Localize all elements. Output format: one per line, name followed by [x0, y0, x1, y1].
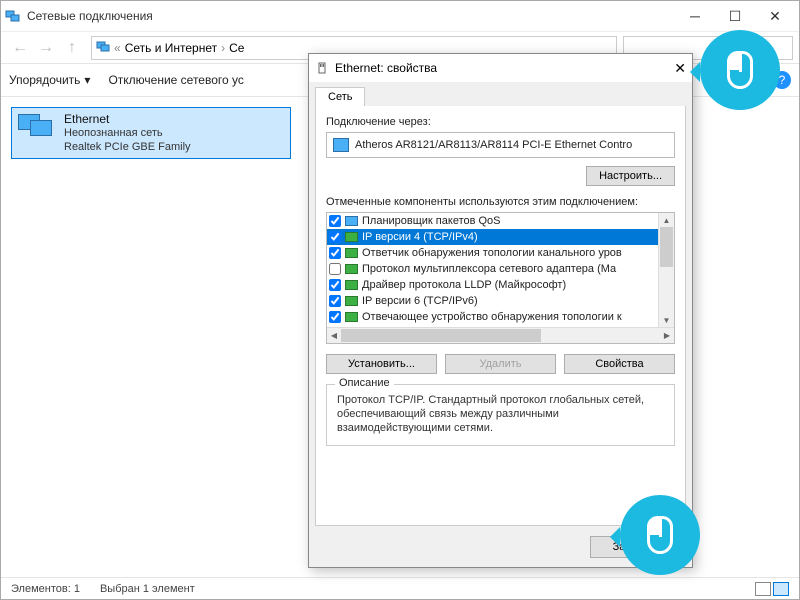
close-button[interactable]: ✕: [755, 1, 795, 31]
scroll-down-icon[interactable]: ▼: [659, 313, 674, 327]
component-checkbox[interactable]: [329, 279, 341, 291]
uninstall-button: Удалить: [445, 354, 556, 374]
forward-button[interactable]: →: [33, 35, 59, 61]
protocol-icon: [345, 296, 358, 306]
item-count: Элементов: 1: [11, 583, 80, 595]
component-checkbox[interactable]: [329, 295, 341, 307]
properties-button[interactable]: Свойства: [564, 354, 675, 374]
ethernet-icon: [16, 112, 56, 148]
network-connections-icon: [5, 8, 21, 24]
component-checkbox[interactable]: [329, 231, 341, 243]
component-checkbox[interactable]: [329, 263, 341, 275]
folder-icon: [96, 39, 110, 56]
dialog-body: Подключение через: Atheros AR8121/AR8113…: [315, 106, 686, 526]
protocol-icon: [345, 216, 358, 226]
connection-status: Неопознанная сеть: [64, 126, 191, 140]
protocol-icon: [345, 232, 358, 242]
description-text: Протокол TCP/IP. Стандартный протокол гл…: [337, 393, 664, 435]
network-adapter-icon: [333, 138, 349, 152]
protocol-icon: [345, 312, 358, 322]
ethernet-icon: [315, 61, 329, 75]
component-row[interactable]: Ответчик обнаружения топологии канальног…: [327, 245, 658, 261]
tiles-view-button[interactable]: [773, 582, 789, 596]
component-label: IP версии 6 (TCP/IPv6): [362, 295, 478, 307]
breadcrumb-sep: «: [114, 41, 121, 55]
configure-button[interactable]: Настроить...: [586, 166, 675, 186]
connection-item-ethernet[interactable]: Ethernet Неопознанная сеть Realtek PCIe …: [11, 107, 291, 159]
dialog-tabs: Сеть: [309, 82, 692, 106]
selected-count: Выбран 1 элемент: [100, 583, 195, 595]
component-row[interactable]: IP версии 6 (TCP/IPv6): [327, 293, 658, 309]
adapter-field: Atheros AR8121/AR8113/AR8114 PCI-E Ether…: [326, 132, 675, 158]
dialog-title: Ethernet: свойства: [335, 61, 656, 75]
protocol-icon: [345, 264, 358, 274]
mouse-callout-icon: [700, 30, 780, 110]
components-list[interactable]: Планировщик пакетов QoS IP версии 4 (TCP/…: [326, 212, 675, 344]
statusbar: Элементов: 1 Выбран 1 элемент: [1, 577, 799, 599]
component-checkbox[interactable]: [329, 311, 341, 323]
up-button[interactable]: ↑: [59, 35, 85, 61]
scrollbar-thumb[interactable]: [341, 329, 541, 342]
window-title: Сетевые подключения: [27, 9, 675, 23]
dialog-titlebar: Ethernet: свойства ✕: [309, 54, 692, 82]
back-button[interactable]: ←: [7, 35, 33, 61]
disable-device-button[interactable]: Отключение сетевого ус: [108, 73, 243, 87]
install-button[interactable]: Установить...: [326, 354, 437, 374]
connection-adapter: Realtek PCIe GBE Family: [64, 140, 191, 154]
component-checkbox[interactable]: [329, 247, 341, 259]
scroll-up-icon[interactable]: ▲: [659, 213, 674, 227]
component-row[interactable]: IP версии 4 (TCP/IPv4): [327, 229, 658, 245]
scrollbar-thumb[interactable]: [660, 227, 673, 267]
scroll-left-icon[interactable]: ◀: [327, 328, 341, 343]
component-label: Отвечающее устройство обнаружения тополо…: [362, 311, 622, 323]
protocol-icon: [345, 248, 358, 258]
organize-menu[interactable]: Упорядочить▾: [9, 73, 90, 87]
component-label: Планировщик пакетов QoS: [362, 215, 501, 227]
component-label: Протокол мультиплексора сетевого адаптер…: [362, 263, 616, 275]
vertical-scrollbar[interactable]: ▲▼: [658, 213, 674, 327]
protocol-icon: [345, 280, 358, 290]
connect-via-label: Подключение через:: [326, 116, 675, 128]
chevron-down-icon: ▾: [84, 73, 90, 87]
component-row[interactable]: Планировщик пакетов QoS: [327, 213, 658, 229]
details-view-button[interactable]: [755, 582, 771, 596]
mouse-callout-icon: [620, 495, 700, 575]
component-row[interactable]: Отвечающее устройство обнаружения тополо…: [327, 309, 658, 325]
adapter-name: Atheros AR8121/AR8113/AR8114 PCI-E Ether…: [355, 139, 632, 151]
ethernet-properties-dialog: Ethernet: свойства ✕ Сеть Подключение че…: [308, 53, 693, 568]
description-group: Описание Протокол TCP/IP. Стандартный пр…: [326, 384, 675, 446]
component-label: Ответчик обнаружения топологии канальног…: [362, 247, 622, 259]
minimize-button[interactable]: ─: [675, 1, 715, 31]
connection-name: Ethernet: [64, 112, 191, 126]
component-label: IP версии 4 (TCP/IPv4): [362, 231, 478, 243]
maximize-button[interactable]: ☐: [715, 1, 755, 31]
horizontal-scrollbar[interactable]: ◀▶: [327, 327, 674, 343]
component-checkbox[interactable]: [329, 215, 341, 227]
scroll-right-icon[interactable]: ▶: [660, 328, 674, 343]
components-label: Отмеченные компоненты используются этим …: [326, 196, 675, 208]
titlebar: Сетевые подключения ─ ☐ ✕: [1, 1, 799, 31]
breadcrumb-part[interactable]: Сеть и Интернет: [125, 41, 217, 55]
component-row[interactable]: Протокол мультиплексора сетевого адаптер…: [327, 261, 658, 277]
breadcrumb-part[interactable]: Се: [229, 41, 244, 55]
tab-network[interactable]: Сеть: [315, 87, 365, 106]
component-row[interactable]: Драйвер протокола LLDP (Майкрософт): [327, 277, 658, 293]
description-title: Описание: [335, 377, 394, 389]
component-label: Драйвер протокола LLDP (Майкрософт): [362, 279, 566, 291]
